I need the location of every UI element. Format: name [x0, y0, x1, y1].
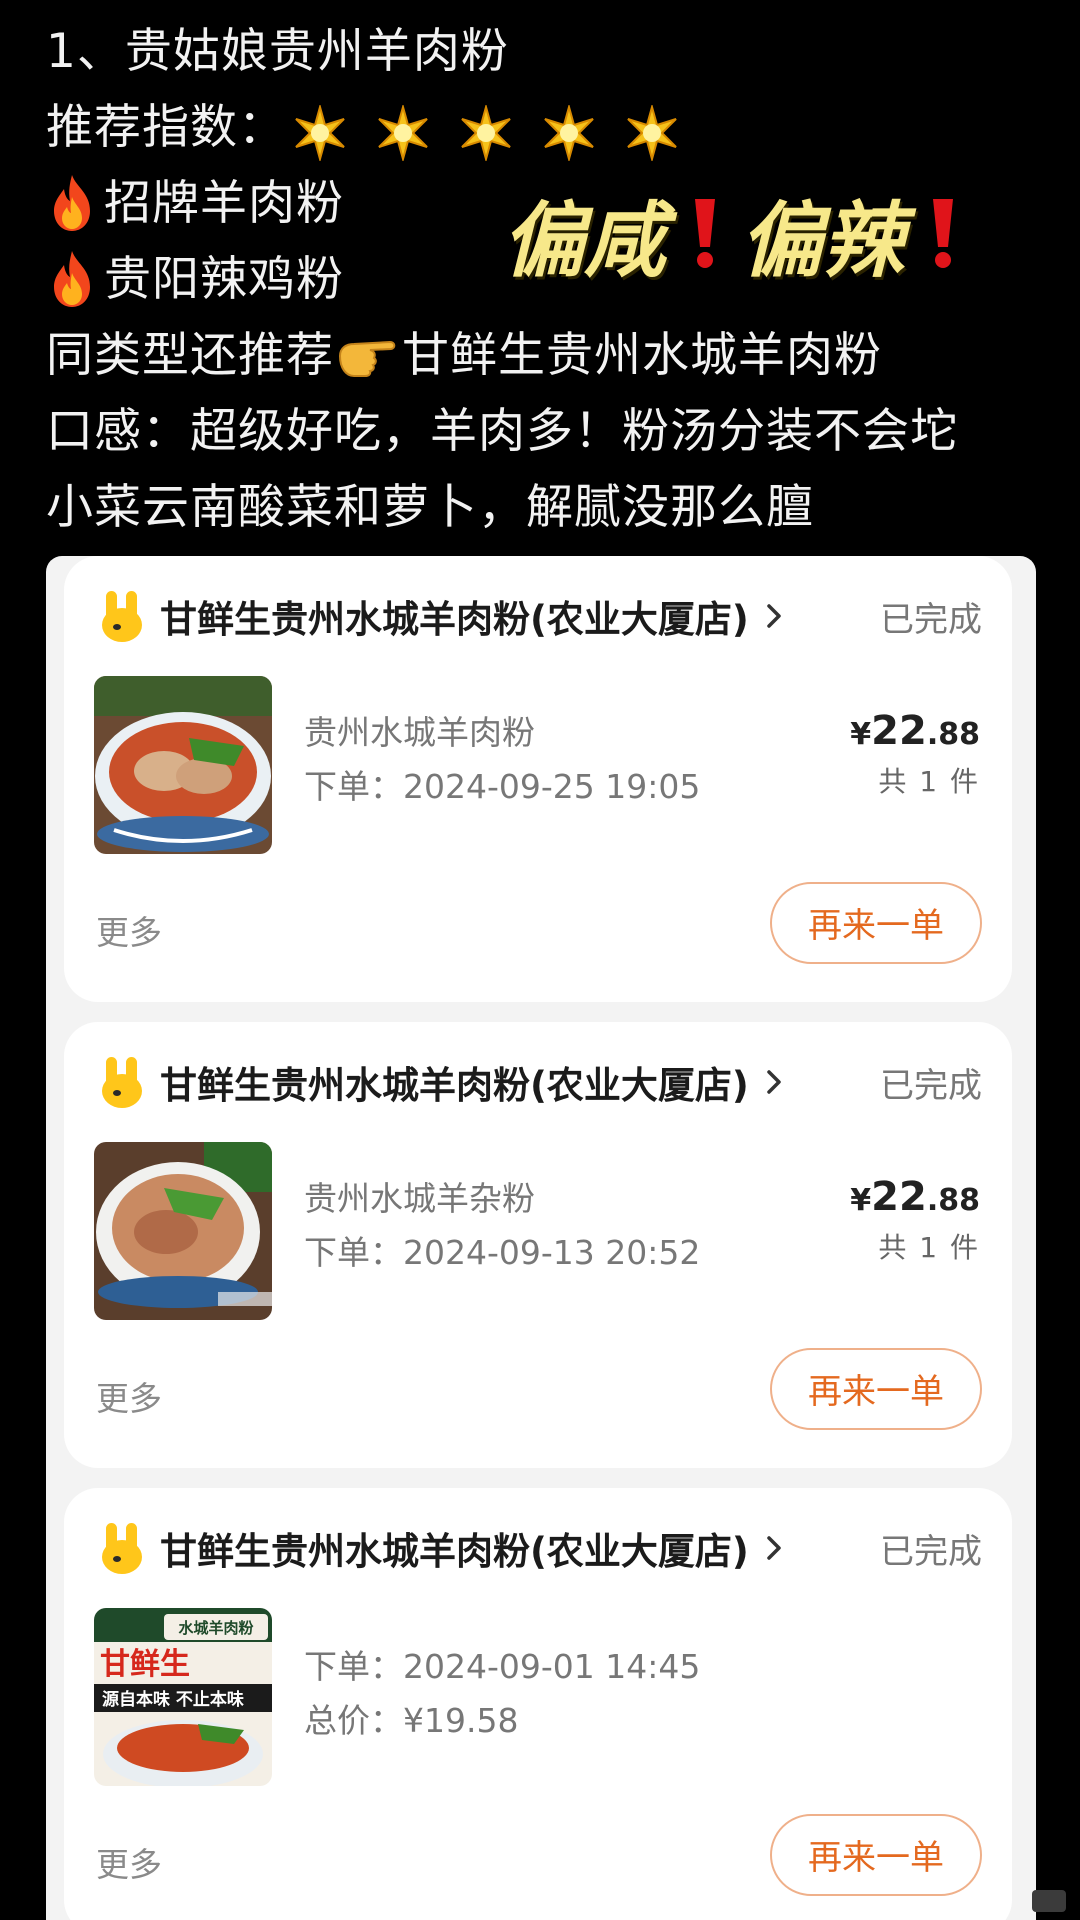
more-link[interactable]: 更多	[96, 1372, 162, 1420]
star-icon	[458, 105, 514, 161]
also-recommend-label: 同类型还推荐	[46, 328, 334, 383]
order-status: 已完成	[880, 1065, 982, 1106]
order-info: 下单：2024-09-01 14:45 总价：¥19.58	[304, 1640, 700, 1748]
order-time: 下单：2024-09-25 19:05	[304, 767, 701, 806]
chevron-right-icon[interactable]	[763, 601, 785, 631]
star-icon	[292, 105, 348, 161]
order-item-name: 贵州水城羊肉粉	[304, 713, 535, 752]
also-recommend-row: 同类型还推荐 甘鲜生贵州水城羊肉粉	[46, 318, 1046, 394]
order-time: 下单：2024-09-01 14:45	[304, 1647, 701, 1686]
fire-icon	[46, 173, 98, 233]
chevron-right-icon[interactable]	[763, 1533, 785, 1563]
food-thumbnail[interactable]	[94, 676, 272, 854]
order-list: 甘鲜生贵州水城羊肉粉(农业大厦店) 已完成 贵州水城羊肉粉 下单：2024-09…	[46, 556, 1036, 1920]
order-item-name: 贵州水城羊杂粉	[304, 1179, 535, 1218]
order-card-header[interactable]: 甘鲜生贵州水城羊肉粉(农业大厦店) 已完成	[100, 588, 982, 644]
order-price: ¥22.88 共 1 件	[850, 708, 980, 800]
shop-logo-icon	[100, 589, 146, 643]
order-card-header[interactable]: 甘鲜生贵州水城羊肉粉(农业大厦店) 已完成	[100, 1520, 982, 1576]
watermark-badge	[1032, 1890, 1066, 1912]
pointing-hand-icon	[336, 334, 398, 378]
order-card-header[interactable]: 甘鲜生贵州水城羊肉粉(农业大厦店) 已完成	[100, 1054, 982, 1110]
sticker-word-spicy: 偏辣	[740, 192, 904, 289]
star-icon	[624, 105, 680, 161]
rating-stars	[292, 93, 691, 169]
reorder-button[interactable]: 再来一单	[770, 1348, 982, 1430]
side-dish-line: 小菜云南酸菜和萝卜，解腻没那么膻	[46, 480, 814, 535]
order-info: 贵州水城羊杂粉 下单：2024-09-13 20:52	[304, 1172, 700, 1280]
order-price: ¥22.88 共 1 件	[850, 1174, 980, 1266]
price-integer: 22	[871, 708, 927, 754]
salty-spicy-sticker: 偏咸 偏辣	[502, 178, 978, 289]
taste-line: 口感：超级好吃，羊肉多！粉汤分装不会坨	[46, 404, 958, 459]
shop-name[interactable]: 甘鲜生贵州水城羊肉粉(农业大厦店)	[160, 1521, 749, 1575]
shop-name[interactable]: 甘鲜生贵州水城羊肉粉(农业大厦店)	[160, 589, 749, 643]
currency-symbol: ¥	[850, 717, 872, 752]
shop-logo-icon	[100, 1521, 146, 1575]
order-card[interactable]: 甘鲜生贵州水城羊肉粉(农业大厦店) 已完成 水城羊肉粉 甘鲜生 源自本味 不止本…	[64, 1488, 1012, 1920]
currency-symbol: ¥	[850, 1183, 872, 1218]
poster-slogan: 源自本味 不止本味	[102, 1689, 244, 1710]
order-status: 已完成	[880, 599, 982, 640]
also-recommend-name: 甘鲜生贵州水城羊肉粉	[402, 328, 882, 383]
reorder-button[interactable]: 再来一单	[770, 1814, 982, 1896]
order-time: 下单：2024-09-13 20:52	[304, 1233, 701, 1272]
shop-name[interactable]: 甘鲜生贵州水城羊肉粉(农业大厦店)	[160, 1055, 749, 1109]
price-decimal: .88	[926, 717, 980, 752]
food-thumbnail[interactable]	[94, 1142, 272, 1320]
reorder-button[interactable]: 再来一单	[770, 882, 982, 964]
note-title: 1、贵姑娘贵州羊肉粉	[46, 24, 509, 79]
rating-label: 推荐指数：	[46, 100, 286, 155]
exclamation-icon	[692, 197, 718, 269]
star-icon	[541, 105, 597, 161]
exclamation-icon	[930, 197, 956, 269]
poster-tag: 水城羊肉粉	[178, 1619, 253, 1637]
order-info: 贵州水城羊肉粉 下单：2024-09-25 19:05	[304, 706, 700, 814]
note-item-text: 贵阳辣鸡粉	[104, 252, 344, 307]
note-item-text: 招牌羊肉粉	[104, 176, 344, 231]
chevron-right-icon[interactable]	[763, 1067, 785, 1097]
star-icon	[375, 105, 431, 161]
item-count: 共 1 件	[878, 1231, 980, 1264]
order-status: 已完成	[880, 1531, 982, 1572]
order-total: 总价：¥19.58	[304, 1701, 519, 1740]
fire-icon	[46, 249, 98, 309]
food-poster-thumbnail[interactable]: 水城羊肉粉 甘鲜生 源自本味 不止本味	[94, 1608, 272, 1786]
poster-brand: 甘鲜生	[100, 1647, 190, 1682]
order-card[interactable]: 甘鲜生贵州水城羊肉粉(农业大厦店) 已完成 贵州水城羊肉粉 下单：2024-09…	[64, 556, 1012, 1002]
more-link[interactable]: 更多	[96, 1838, 162, 1886]
order-card[interactable]: 甘鲜生贵州水城羊肉粉(农业大厦店) 已完成 贵州水城羊杂粉 下单：2024-09…	[64, 1022, 1012, 1468]
price-integer: 22	[871, 1174, 927, 1220]
rating-row: 推荐指数：	[46, 90, 1046, 166]
price-decimal: .88	[926, 1183, 980, 1218]
item-count: 共 1 件	[878, 765, 980, 798]
shop-logo-icon	[100, 1055, 146, 1109]
more-link[interactable]: 更多	[96, 906, 162, 954]
sticker-word-salty: 偏咸	[502, 192, 666, 289]
